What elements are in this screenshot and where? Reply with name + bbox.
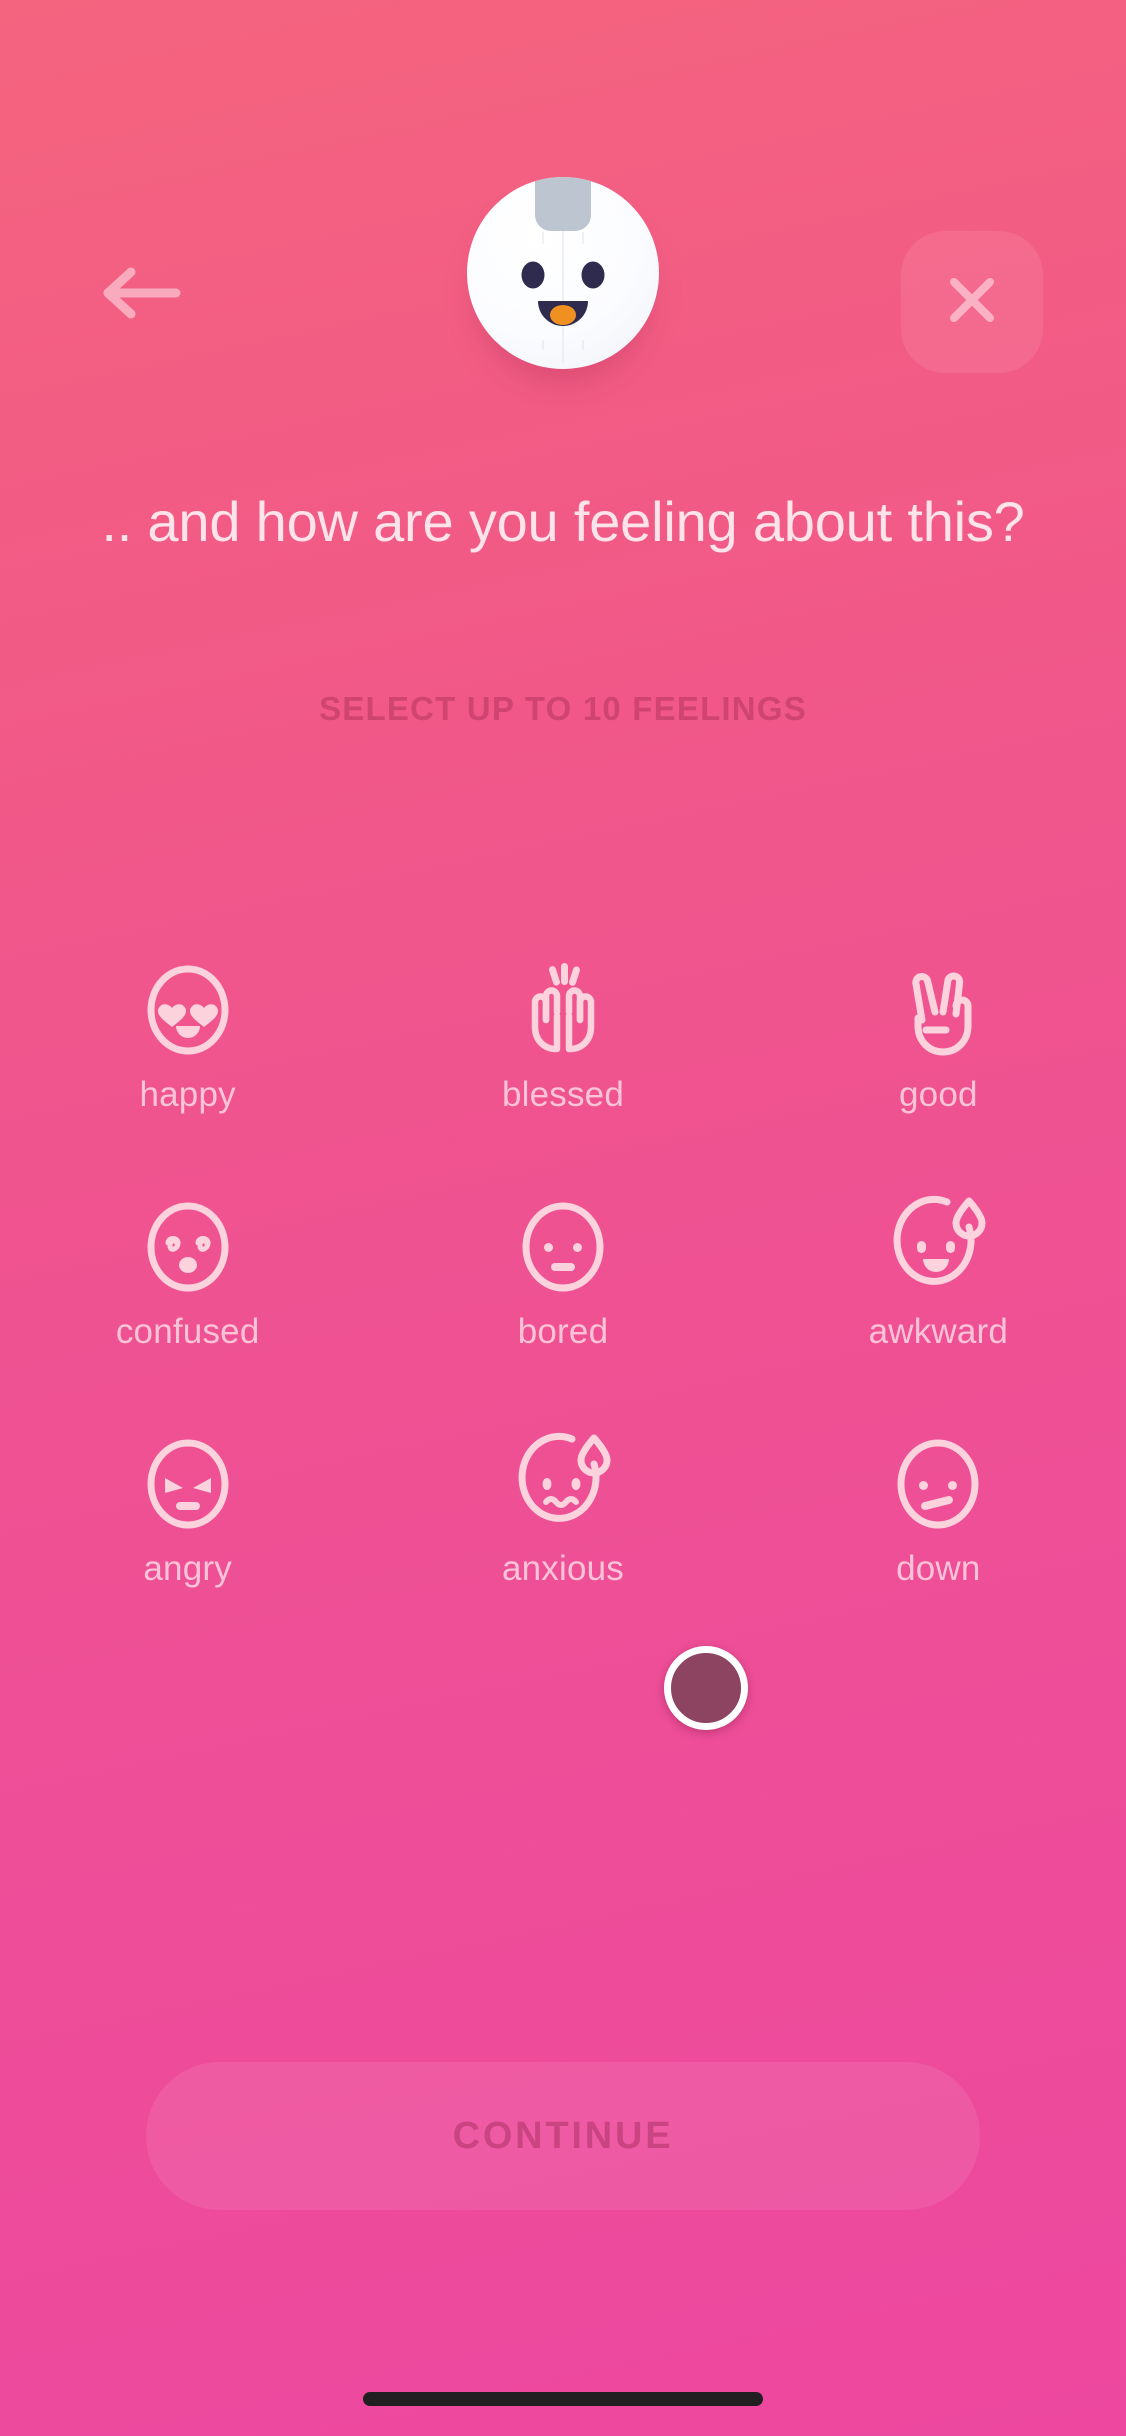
feeling-option-anxious[interactable]: anxious bbox=[375, 1429, 750, 1589]
continue-button[interactable]: CONTINUE bbox=[146, 2062, 980, 2210]
face-spiral-eyes-icon bbox=[133, 1192, 243, 1302]
feelings-selection-screen: .. and how are you feeling about this? S… bbox=[0, 0, 1126, 2436]
feeling-label: happy bbox=[139, 1075, 236, 1114]
feeling-option-happy[interactable]: happy bbox=[0, 955, 375, 1115]
feeling-option-blessed[interactable]: blessed bbox=[375, 955, 750, 1115]
face-neutral-icon bbox=[508, 1192, 618, 1302]
top-bar bbox=[0, 0, 1126, 430]
penguin-avatar-face bbox=[467, 177, 659, 369]
page-title: .. and how are you feeling about this? bbox=[101, 490, 1025, 553]
back-button[interactable] bbox=[98, 258, 188, 328]
feeling-label: down bbox=[896, 1549, 981, 1588]
cursor-indicator bbox=[664, 1646, 748, 1730]
page-subtitle: SELECT UP TO 10 FEELINGS bbox=[319, 690, 807, 727]
feeling-option-awkward[interactable]: awkward bbox=[751, 1192, 1126, 1352]
face-heart-eyes-icon bbox=[133, 955, 243, 1065]
feeling-label: confused bbox=[115, 1312, 260, 1351]
feelings-grid: happy blessed good confused bored awkwar… bbox=[0, 955, 1126, 1589]
feeling-option-angry[interactable]: angry bbox=[0, 1429, 375, 1589]
continue-button-label: CONTINUE bbox=[452, 2114, 674, 2157]
face-anxious-sweat-icon bbox=[508, 1429, 618, 1539]
feeling-label: anxious bbox=[501, 1549, 625, 1588]
raising-hands-icon bbox=[508, 955, 618, 1065]
feeling-option-good[interactable]: good bbox=[751, 955, 1126, 1115]
home-indicator bbox=[363, 2392, 763, 2406]
face-sweat-smile-icon bbox=[883, 1192, 993, 1302]
avatar bbox=[467, 177, 659, 383]
feeling-label: awkward bbox=[868, 1312, 1009, 1351]
arrow-left-icon bbox=[98, 258, 188, 328]
feeling-option-bored[interactable]: bored bbox=[375, 1192, 750, 1352]
face-sad-icon bbox=[883, 1429, 993, 1539]
close-x-icon bbox=[937, 265, 1007, 340]
close-button[interactable] bbox=[901, 231, 1043, 373]
feeling-label: good bbox=[898, 1075, 978, 1114]
feeling-option-confused[interactable]: confused bbox=[0, 1192, 375, 1352]
feeling-label: blessed bbox=[501, 1075, 625, 1114]
feeling-option-down[interactable]: down bbox=[751, 1429, 1126, 1589]
feeling-label: angry bbox=[143, 1549, 232, 1588]
feeling-label: bored bbox=[517, 1312, 609, 1351]
face-angry-icon bbox=[133, 1429, 243, 1539]
victory-hand-icon bbox=[883, 955, 993, 1065]
